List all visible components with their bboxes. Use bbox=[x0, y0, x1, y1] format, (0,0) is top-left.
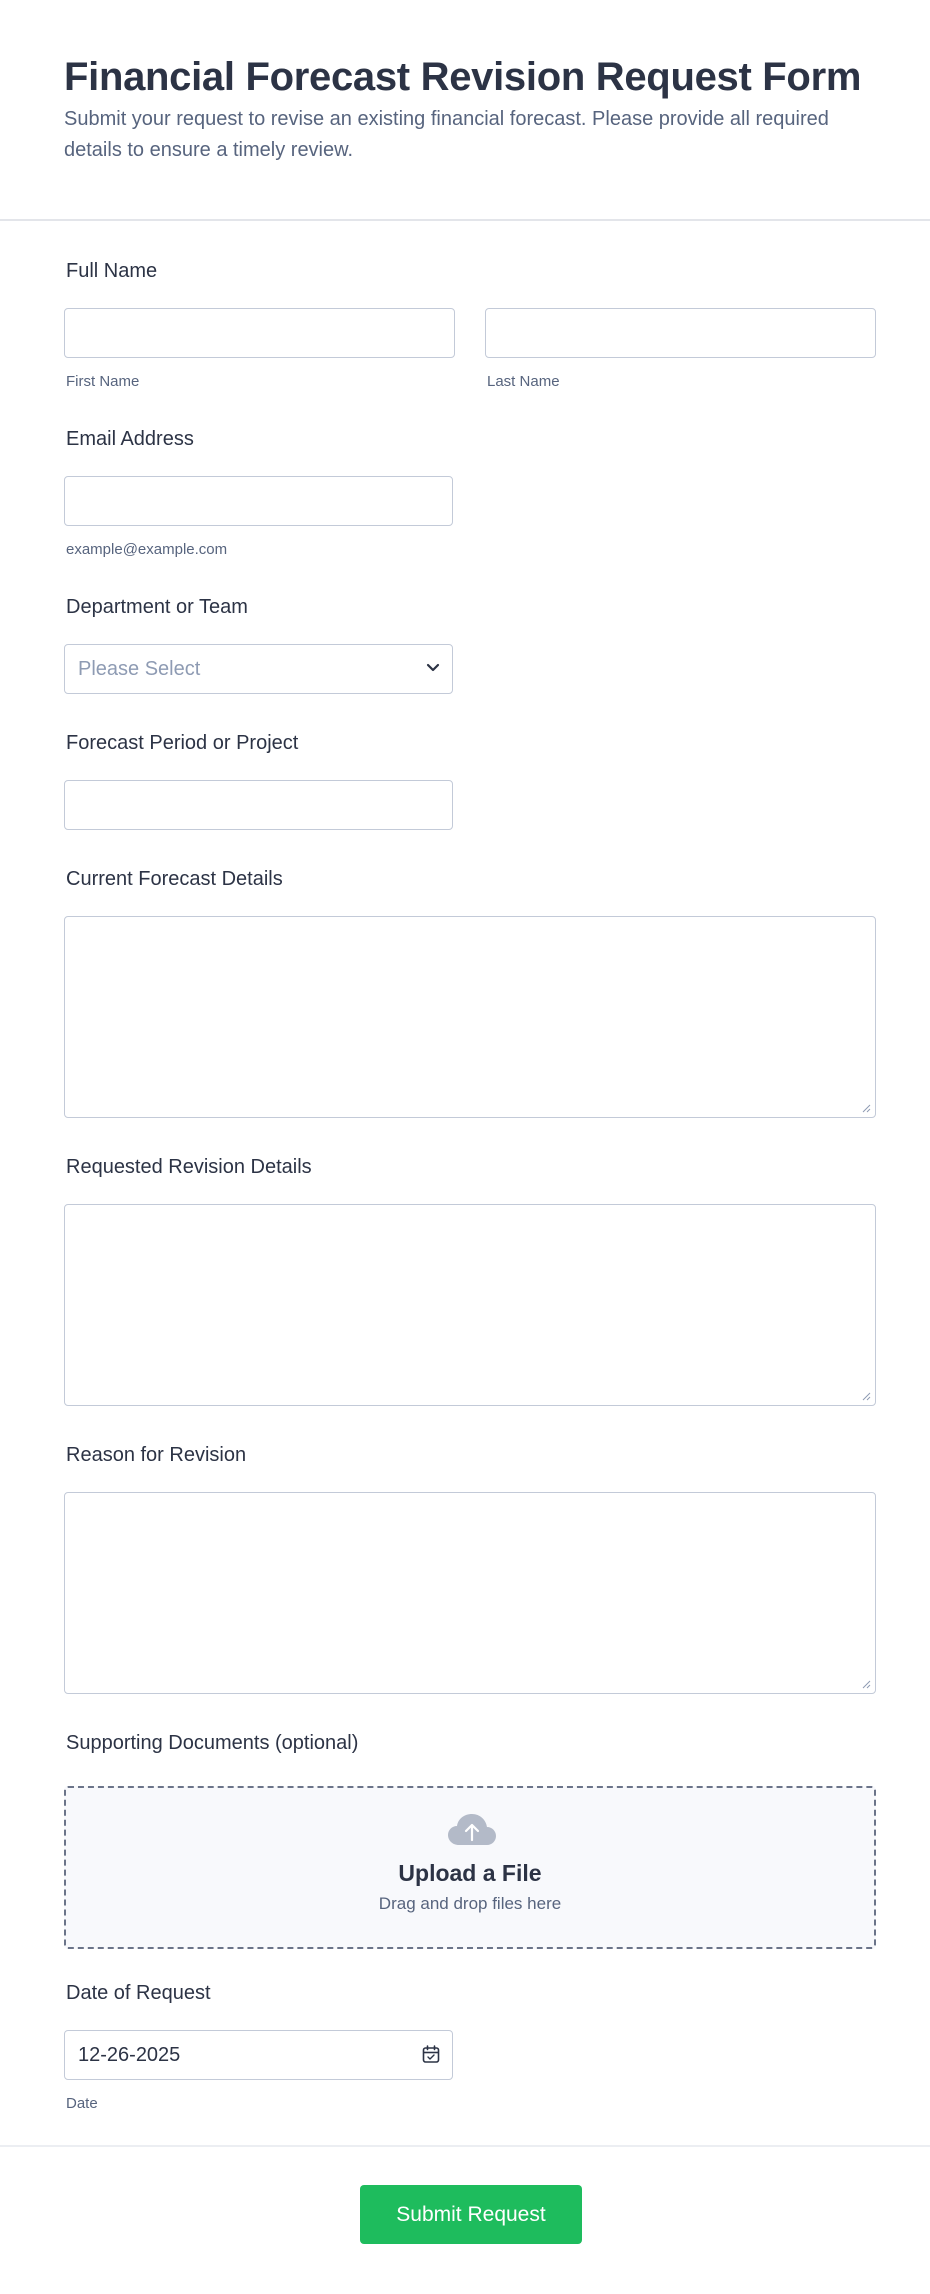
resize-grip-icon[interactable] bbox=[862, 1392, 871, 1401]
upload-title: Upload a File bbox=[398, 1860, 542, 1886]
date-label: Date of Request bbox=[66, 1982, 211, 2004]
department-select[interactable]: Please Select bbox=[64, 644, 453, 694]
resize-grip-icon[interactable] bbox=[862, 1104, 871, 1113]
current-forecast-textarea[interactable] bbox=[64, 916, 876, 1118]
form-body: Full Name First Name Last Name Email Add… bbox=[0, 221, 930, 2244]
file-upload-dropzone[interactable]: Upload a File Drag and drop files here bbox=[64, 1786, 876, 1949]
requested-revision-textarea[interactable] bbox=[64, 1204, 876, 1406]
current-forecast-label: Current Forecast Details bbox=[66, 868, 283, 890]
reason-label: Reason for Revision bbox=[66, 1444, 247, 1466]
reason-textarea[interactable] bbox=[64, 1492, 876, 1694]
page-subtitle: Submit your request to revise an existin… bbox=[64, 108, 829, 161]
footer-divider bbox=[0, 2145, 930, 2147]
email-label: Email Address bbox=[66, 428, 194, 450]
date-value: 12-26-2025 bbox=[78, 2044, 181, 2066]
last-name-input[interactable] bbox=[485, 308, 876, 358]
first-name-sublabel: First Name bbox=[66, 373, 140, 390]
first-name-input[interactable] bbox=[64, 308, 455, 358]
calendar-icon[interactable] bbox=[422, 2045, 440, 2064]
requested-revision-label: Requested Revision Details bbox=[66, 1156, 312, 1178]
upload-hint: Drag and drop files here bbox=[378, 1894, 562, 1913]
date-input[interactable]: 12-26-2025 bbox=[64, 2030, 453, 2080]
form-header: Financial Forecast Revision Request Form… bbox=[0, 0, 930, 221]
page-title: Financial Forecast Revision Request Form bbox=[64, 55, 862, 99]
email-field[interactable] bbox=[64, 476, 453, 526]
email-sublabel: example@example.com bbox=[66, 541, 228, 558]
forecast-period-input[interactable] bbox=[64, 780, 453, 830]
resize-grip-icon[interactable] bbox=[862, 1680, 871, 1689]
department-selected-value: Please Select bbox=[78, 658, 201, 680]
chevron-down-icon bbox=[426, 663, 440, 672]
full-name-label: Full Name bbox=[66, 260, 158, 282]
cloud-upload-icon bbox=[448, 1814, 496, 1845]
forecast-period-label: Forecast Period or Project bbox=[66, 732, 299, 754]
date-sublabel: Date bbox=[66, 2095, 98, 2112]
last-name-sublabel: Last Name bbox=[487, 373, 560, 390]
submit-button[interactable]: Submit Request bbox=[360, 2185, 582, 2244]
documents-label: Supporting Documents (optional) bbox=[66, 1732, 359, 1754]
department-label: Department or Team bbox=[66, 596, 248, 618]
